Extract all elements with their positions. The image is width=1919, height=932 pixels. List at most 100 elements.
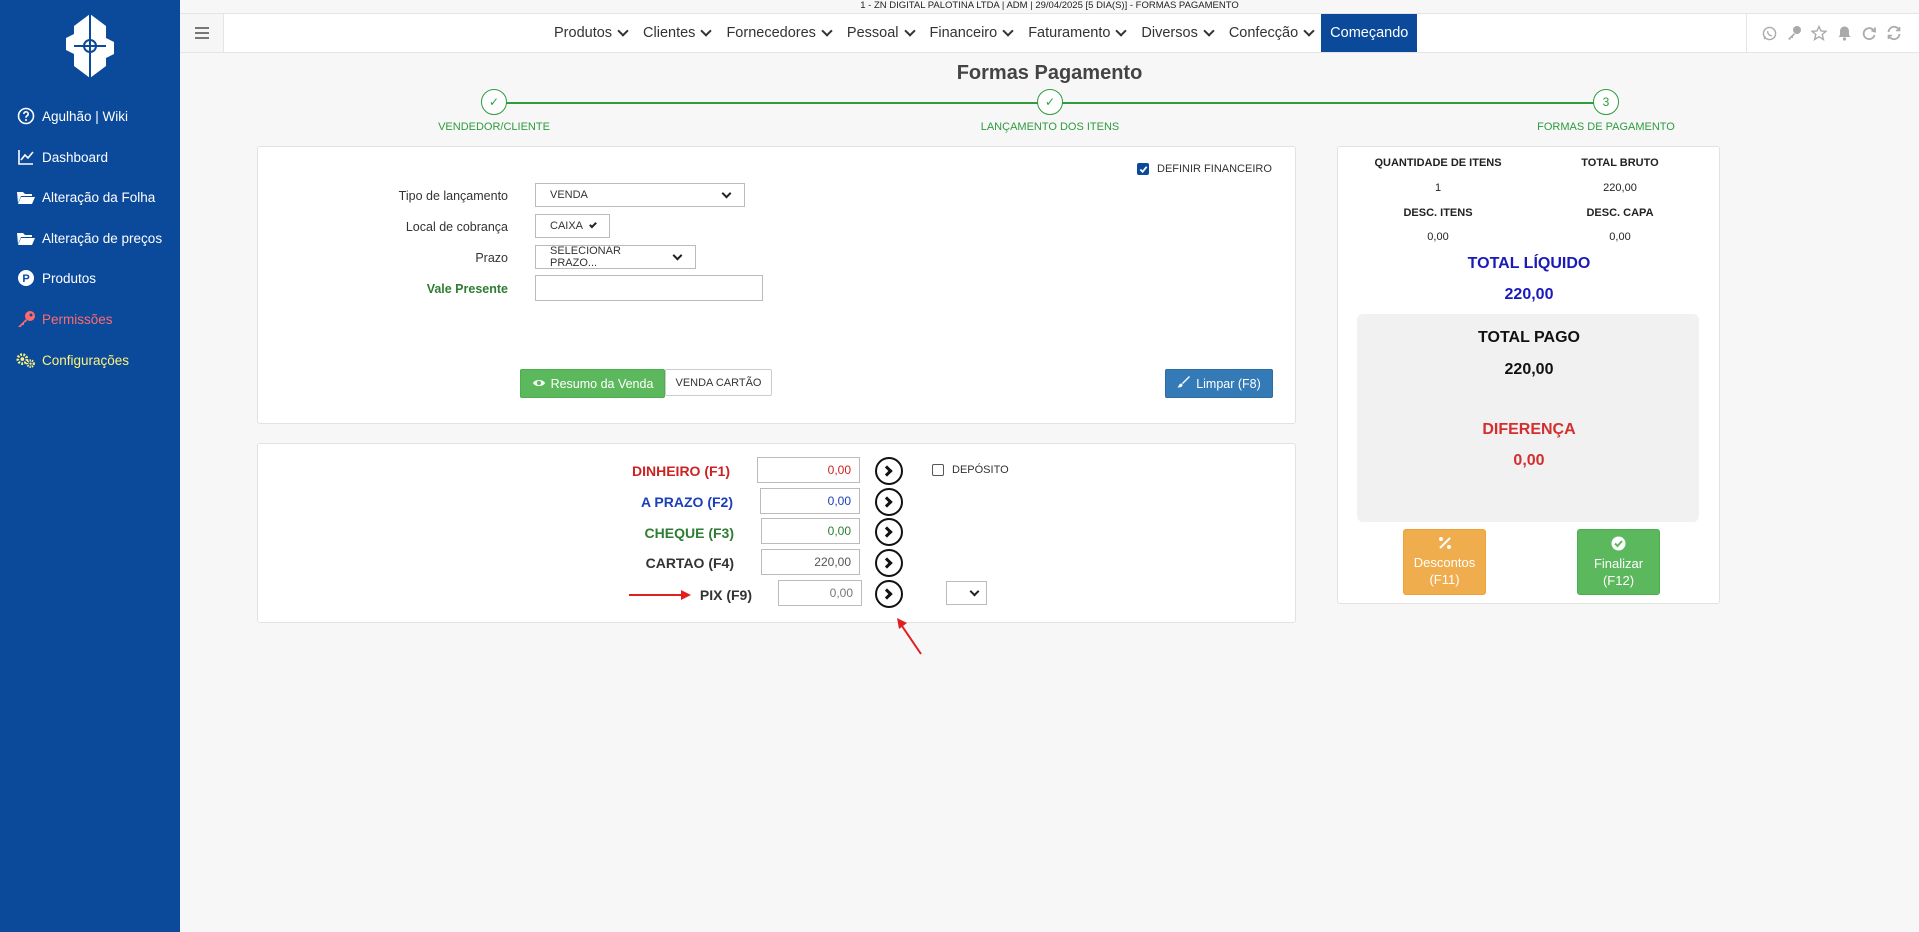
nav-label: Financeiro xyxy=(929,25,998,41)
sidebar-item-dashboard[interactable]: Dashboard xyxy=(16,147,108,167)
deposito-checkbox[interactable]: DEPÓSITO xyxy=(932,464,1009,476)
gears-icon xyxy=(16,350,36,370)
local-cobranca-select[interactable]: CAIXA xyxy=(535,214,610,238)
key-icon[interactable] xyxy=(1786,25,1802,41)
line-chart-icon xyxy=(16,147,36,167)
chevron-right-icon xyxy=(881,465,893,477)
annotation-arrow-up xyxy=(897,618,922,655)
vale-presente-input[interactable] xyxy=(535,275,763,301)
prazo-label: Prazo xyxy=(475,251,508,265)
sidebar-item-label: Alteração da Folha xyxy=(42,189,156,205)
prazo-select[interactable]: SELECIONAR PRAZO... xyxy=(535,245,696,269)
qtd-itens-label: QUANTIDADE DE ITENS xyxy=(1374,157,1502,169)
sidebar-item-alteracao-precos[interactable]: Alteração de preços xyxy=(16,228,162,248)
chevron-down-icon xyxy=(721,188,732,198)
checkbox[interactable] xyxy=(932,464,944,476)
finalizar-button[interactable]: Finalizar (F12) xyxy=(1577,529,1660,595)
nav-diversos[interactable]: Diversos xyxy=(1133,14,1220,52)
folder-open-icon xyxy=(16,187,36,207)
nav-label: Confecção xyxy=(1228,25,1299,41)
nav-label: Faturamento xyxy=(1028,25,1111,41)
button-label: Resumo da Venda xyxy=(550,376,654,391)
percent-icon xyxy=(1438,536,1452,554)
sidebar-item-label: Alteração de preços xyxy=(42,230,163,246)
refresh-icon[interactable] xyxy=(1861,25,1877,41)
whatsapp-icon[interactable] xyxy=(1761,25,1777,41)
svg-text:P: P xyxy=(22,273,29,285)
sidebar-item-permissoes[interactable]: Permissões xyxy=(16,309,113,329)
star-icon[interactable] xyxy=(1811,25,1827,41)
limpar-button[interactable]: Limpar (F8) xyxy=(1165,369,1273,398)
select-value: CAIXA xyxy=(550,220,584,232)
step-1-label: VENDEDOR/CLIENTE xyxy=(438,121,550,133)
pix-apply-button[interactable] xyxy=(875,580,903,608)
top-navbar: Produtos Clientes Fornecedores Pessoal F… xyxy=(180,13,1919,53)
button-label: Limpar (F8) xyxy=(1196,376,1261,391)
chevron-right-icon xyxy=(881,526,893,538)
desc-itens-value: 0,00 xyxy=(1427,231,1449,243)
nav-financeiro[interactable]: Financeiro xyxy=(922,14,1021,52)
checkbox-label: DEFINIR FINANCEIRO xyxy=(1157,163,1272,175)
page-title: Formas Pagamento xyxy=(956,62,1143,84)
total-liquido-label: TOTAL LÍQUIDO xyxy=(1467,255,1591,272)
product-p-icon: P xyxy=(16,268,36,288)
pix-account-select[interactable] xyxy=(946,581,987,605)
venda-cartao-button[interactable]: VENDA CARTÃO xyxy=(665,369,772,396)
button-shortcut: (F11) xyxy=(1429,572,1460,587)
sidebar-item-configuracoes[interactable]: Configurações xyxy=(16,350,129,370)
chevron-down-icon xyxy=(1115,25,1128,37)
desc-capa-label: DESC. CAPA xyxy=(1586,207,1654,219)
cheque-label: CHEQUE (F3) xyxy=(644,525,734,541)
total-bruto-label: TOTAL BRUTO xyxy=(1581,157,1659,169)
nav-pessoal[interactable]: Pessoal xyxy=(839,14,922,52)
cartao-label: CARTAO (F4) xyxy=(645,555,734,571)
nav-faturamento[interactable]: Faturamento xyxy=(1020,14,1133,52)
diferenca-label: DIFERENÇA xyxy=(1482,421,1576,438)
a-prazo-input[interactable]: 0,00 xyxy=(760,488,860,514)
cheque-apply-button[interactable] xyxy=(875,518,903,546)
chevron-right-icon xyxy=(881,496,893,508)
dinheiro-input[interactable]: 0,00 xyxy=(757,457,860,483)
dinheiro-label: DINHEIRO (F1) xyxy=(632,463,730,479)
dinheiro-apply-button[interactable] xyxy=(875,457,903,485)
sync-icon[interactable] xyxy=(1886,25,1902,41)
chevron-down-icon xyxy=(903,25,916,37)
cheque-input[interactable]: 0,00 xyxy=(761,518,860,544)
tipo-lancamento-select[interactable]: VENDA xyxy=(535,183,745,207)
bell-icon[interactable] xyxy=(1836,25,1852,41)
sidebar-item-alteracao-folha[interactable]: Alteração da Folha xyxy=(16,187,155,207)
chevron-down-icon xyxy=(617,25,629,37)
nav-fornecedores[interactable]: Fornecedores xyxy=(718,14,838,52)
checkbox[interactable] xyxy=(1137,163,1149,175)
eye-icon xyxy=(532,377,546,391)
nav-confeccao[interactable]: Confecção xyxy=(1221,14,1321,52)
button-label: Finalizar xyxy=(1593,555,1644,571)
descontos-button[interactable]: Descontos (F11) xyxy=(1403,529,1486,595)
chevron-down-icon xyxy=(969,586,980,596)
definir-financeiro-checkbox[interactable]: DEFINIR FINANCEIRO xyxy=(1137,163,1272,175)
menu-toggle-button[interactable] xyxy=(180,14,224,52)
sidebar-item-produtos[interactable]: P Produtos xyxy=(16,268,96,288)
nav-clientes[interactable]: Clientes xyxy=(635,14,718,52)
sidebar-item-wiki[interactable]: Agulhão | Wiki xyxy=(16,106,128,126)
a-prazo-label: A PRAZO (F2) xyxy=(640,494,733,510)
a-prazo-apply-button[interactable] xyxy=(875,488,903,516)
nav-produtos[interactable]: Produtos xyxy=(546,14,635,52)
cartao-apply-button[interactable] xyxy=(875,549,903,577)
checkbox-label: DEPÓSITO xyxy=(952,464,1009,476)
step-3-circle: 3 xyxy=(1593,89,1619,115)
step-2-label: LANÇAMENTO DOS ITENS xyxy=(980,121,1120,133)
nav-comecando[interactable]: Começando xyxy=(1321,14,1418,52)
vale-presente-label: Vale Presente xyxy=(426,282,508,296)
cartao-input[interactable]: 220,00 xyxy=(761,549,860,575)
app-logo xyxy=(66,14,114,78)
total-bruto-value: 220,00 xyxy=(1603,182,1637,194)
resumo-venda-button[interactable]: Resumo da Venda xyxy=(520,369,665,398)
select-value: SELECIONAR PRAZO... xyxy=(550,245,621,269)
nav-label: Produtos xyxy=(554,25,613,41)
nav-menu: Produtos Clientes Fornecedores Pessoal F… xyxy=(546,14,1418,52)
chevron-right-icon xyxy=(881,557,893,569)
pix-input[interactable]: 0,00 xyxy=(778,580,862,606)
help-circle-icon xyxy=(16,106,36,126)
desc-capa-value: 0,00 xyxy=(1609,231,1631,243)
